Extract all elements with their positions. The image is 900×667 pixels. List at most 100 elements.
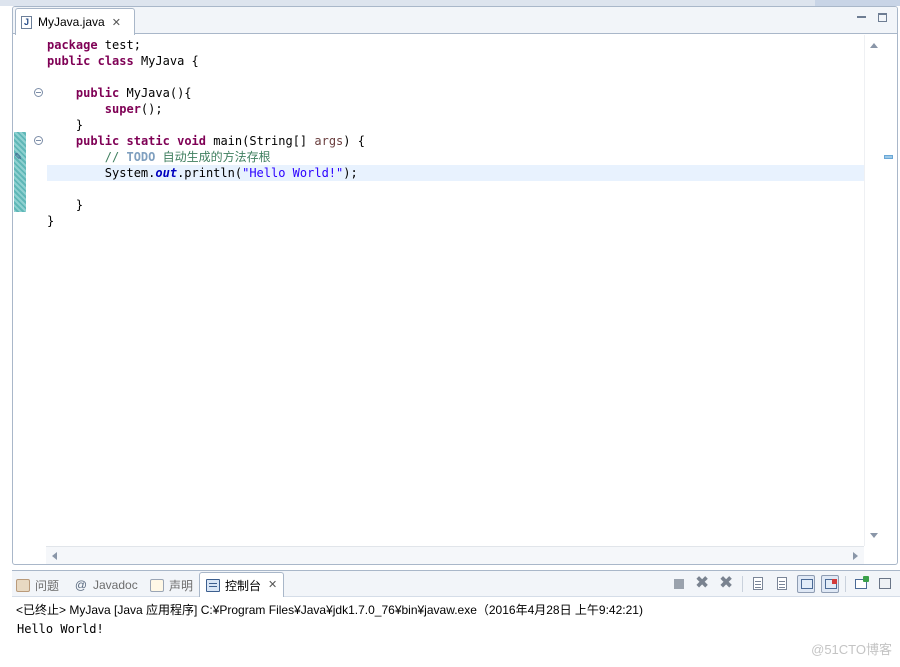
remove-launch-icon: ✖ — [695, 573, 710, 593]
clear-console-icon — [753, 577, 763, 590]
declaration-icon — [150, 578, 164, 592]
code-token: class — [97, 54, 134, 68]
scroll-up-icon[interactable] — [870, 43, 878, 48]
maximize-icon[interactable] — [878, 13, 887, 22]
display-selected-console-button[interactable] — [876, 575, 894, 593]
code-token: TODO — [126, 150, 156, 164]
minimize-icon[interactable] — [857, 13, 866, 21]
console-toolbar: ✖ ✖ — [664, 573, 900, 593]
toolbar-separator — [742, 576, 743, 592]
code-line[interactable]: System.out.println("Hello World!"); — [47, 165, 864, 181]
overview-ruler — [881, 35, 897, 546]
code-token: } — [47, 118, 84, 132]
code-area[interactable]: package test; public class MyJava { publi… — [47, 35, 864, 546]
code-line[interactable]: package test; — [47, 37, 864, 53]
code-line[interactable]: // TODO 自动生成的方法存根 — [47, 149, 864, 165]
code-token: void — [177, 134, 206, 148]
watermark: @51CTO博客 — [811, 642, 892, 657]
tab-declaration[interactable]: 声明 — [150, 574, 193, 596]
code-line[interactable]: } — [47, 197, 864, 213]
close-icon[interactable]: ✕ — [268, 579, 277, 591]
code-token: static — [126, 134, 170, 148]
java-file-icon: J — [21, 15, 32, 29]
code-line[interactable]: public static void main(String[] args) { — [47, 133, 864, 149]
tab-problems[interactable]: 问题 — [16, 574, 59, 596]
task-marker-icon: ✎ — [14, 152, 23, 163]
fold-collapse-icon[interactable] — [34, 136, 43, 145]
open-console-button[interactable] — [852, 575, 870, 593]
code-token: public — [75, 134, 120, 148]
show-on-stderr-button[interactable] — [821, 575, 839, 593]
editor-tab-label: MyJava.java — [38, 15, 105, 29]
code-token: public — [75, 86, 120, 100]
code-token: ) { — [343, 134, 365, 148]
scroll-left-icon[interactable] — [52, 552, 57, 560]
tab-javadoc[interactable]: @ Javadoc — [74, 574, 138, 596]
code-token: .println( — [177, 166, 243, 180]
code-token: MyJava(){ — [119, 86, 192, 100]
code-token: out — [155, 166, 178, 180]
code-line[interactable] — [47, 69, 864, 85]
code-line[interactable]: super(); — [47, 101, 864, 117]
scroll-down-icon[interactable] — [870, 533, 878, 538]
javadoc-icon: @ — [74, 577, 88, 592]
code-token: MyJava { — [133, 54, 199, 68]
clear-console-button[interactable] — [749, 575, 767, 593]
problems-icon — [16, 578, 30, 592]
java-editor-part: J MyJava.java ✕ ✎ package test; public cl… — [12, 6, 898, 565]
code-token: } — [47, 198, 84, 212]
occurrence-marker[interactable] — [884, 155, 893, 159]
code-token: // — [104, 150, 127, 164]
editor-tab-myjava[interactable]: J MyJava.java ✕ — [15, 8, 135, 35]
editor-gutter: ✎ — [13, 35, 46, 546]
remove-all-icon: ✖ — [719, 573, 734, 593]
code-line[interactable]: public MyJava(){ — [47, 85, 864, 101]
code-token: ); — [343, 166, 358, 180]
remove-all-terminated-button[interactable]: ✖ — [718, 573, 736, 593]
bottom-views-part: 问题 @ Javadoc 声明 控制台 ✕ ✖ ✖ <已终止> MyJava [… — [12, 570, 900, 667]
fold-collapse-icon[interactable] — [34, 88, 43, 97]
code-token: args — [314, 134, 344, 148]
code-token: "Hello World!" — [242, 166, 344, 180]
open-console-icon — [855, 576, 869, 589]
view-menu-button[interactable] — [896, 575, 900, 593]
code-token: super — [104, 102, 141, 116]
remove-launch-button[interactable]: ✖ — [694, 573, 712, 593]
tab-javadoc-label: Javadoc — [93, 578, 138, 592]
console-output[interactable]: Hello World! — [17, 622, 104, 636]
toolbar-separator — [845, 576, 846, 592]
code-token: System. — [47, 166, 156, 180]
show-stderr-icon — [825, 579, 837, 589]
vertical-scrollbar[interactable] — [864, 35, 881, 546]
tab-console[interactable]: 控制台 ✕ — [199, 572, 285, 597]
code-line[interactable]: } — [47, 117, 864, 133]
tab-declaration-label: 声明 — [169, 578, 194, 593]
code-line[interactable]: } — [47, 213, 864, 229]
code-token: (); — [140, 102, 163, 116]
terminate-button[interactable] — [670, 575, 688, 593]
scroll-lock-icon — [777, 577, 787, 590]
code-token: main(String[] — [206, 134, 315, 148]
show-on-stdout-button[interactable] — [797, 575, 815, 593]
show-stdout-icon — [801, 579, 813, 589]
terminate-icon — [674, 579, 684, 589]
editor-window-controls — [857, 13, 887, 22]
editor-tab-bar: J MyJava.java ✕ — [13, 7, 897, 35]
horizontal-scrollbar[interactable] — [46, 546, 864, 564]
tab-console-label: 控制台 — [225, 578, 262, 593]
code-line[interactable] — [47, 181, 864, 197]
code-token: package — [47, 38, 98, 52]
views-tab-bar: 问题 @ Javadoc 声明 控制台 ✕ ✖ ✖ — [12, 571, 900, 597]
code-line[interactable]: public class MyJava { — [47, 53, 864, 69]
close-icon[interactable]: ✕ — [112, 17, 121, 28]
scroll-lock-button[interactable] — [773, 575, 791, 593]
tab-problems-label: 问题 — [35, 578, 60, 593]
scroll-right-icon[interactable] — [853, 552, 858, 560]
code-token: 自动生成的方法存根 — [155, 150, 271, 164]
